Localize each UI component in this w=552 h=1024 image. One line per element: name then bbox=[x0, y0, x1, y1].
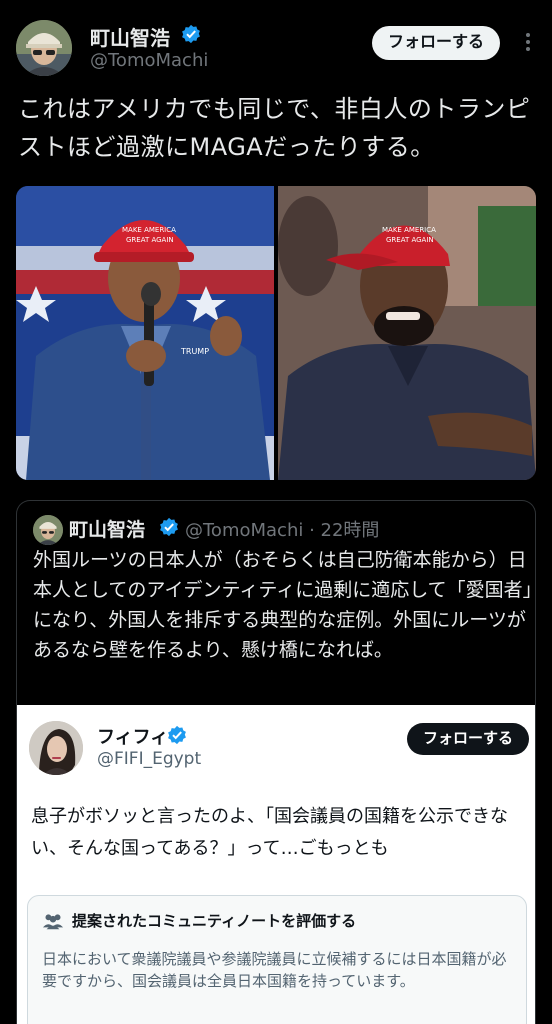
verified-badge-icon bbox=[160, 517, 178, 537]
community-note[interactable]: 提案されたコミュニティノートを評価する 日本において衆議院議員や参議院議員に立候… bbox=[27, 895, 527, 1024]
embedded-text: 息子がボソッと言ったのよ、「国会議員の国籍を公示できない、そんな国ってある？」っ… bbox=[31, 806, 508, 859]
quoted-author-name[interactable]: 町山智浩 bbox=[69, 515, 145, 542]
avatar[interactable] bbox=[16, 20, 72, 76]
post-text: これはアメリカでも同じで、非白人のトランピストほど過激にMAGAだったりする。 bbox=[18, 95, 531, 161]
quoted-post[interactable]: 町山智浩 @TomoMachi · 22時間 外国ルーツの日本人が（おそらくは自… bbox=[16, 500, 536, 1024]
quoted-text: 外国ルーツの日本人が（おそらくは自己防衛本能から）日本人としてのアイデンティティ… bbox=[33, 549, 533, 661]
author-handle[interactable]: @TomoMachi bbox=[90, 50, 208, 71]
embedded-follow-button[interactable]: フォローする bbox=[406, 723, 529, 755]
embedded-avatar[interactable] bbox=[29, 721, 83, 775]
community-note-title[interactable]: 提案されたコミュニティノートを評価する bbox=[72, 910, 356, 931]
embedded-author-name[interactable]: フィフィ bbox=[97, 723, 168, 749]
verified-badge-icon bbox=[182, 24, 200, 44]
community-note-body: 日本において衆議院議員や参議院議員に立候補するには日本国籍が必要ですから、国会議… bbox=[42, 950, 507, 990]
svg-text:GREAT AGAIN: GREAT AGAIN bbox=[126, 236, 174, 244]
follow-button[interactable]: フォローする bbox=[371, 26, 500, 60]
svg-text:GREAT AGAIN: GREAT AGAIN bbox=[386, 236, 434, 244]
verified-badge-icon bbox=[168, 725, 186, 745]
svg-text:MAKE AMERICA: MAKE AMERICA bbox=[382, 226, 436, 234]
photo-speaker-with-microphone[interactable]: MAKE AMERICA GREAT AGAIN TRUMP bbox=[16, 186, 274, 480]
media-grid: MAKE AMERICA GREAT AGAIN TRUMP MAKE AMER… bbox=[16, 186, 536, 480]
svg-text:MAKE AMERICA: MAKE AMERICA bbox=[122, 226, 176, 234]
people-icon bbox=[42, 914, 64, 930]
svg-text:TRUMP: TRUMP bbox=[180, 347, 209, 356]
photo-man-in-red-cap[interactable]: MAKE AMERICA GREAT AGAIN bbox=[278, 186, 536, 480]
author-name[interactable]: 町山智浩 bbox=[90, 22, 170, 51]
quoted-meta: @TomoMachi · 22時間 bbox=[185, 520, 380, 541]
embedded-author-handle[interactable]: @FIFI_Egypt bbox=[97, 749, 201, 769]
embedded-screenshot[interactable]: フィフィ @FIFI_Egypt フォローする 息子がボソッと言ったのよ、「国会… bbox=[17, 705, 535, 1024]
more-dots-icon[interactable] bbox=[520, 30, 536, 56]
post-header: 町山智浩 @TomoMachi フォローする bbox=[16, 18, 536, 76]
quoted-avatar[interactable] bbox=[33, 515, 63, 545]
